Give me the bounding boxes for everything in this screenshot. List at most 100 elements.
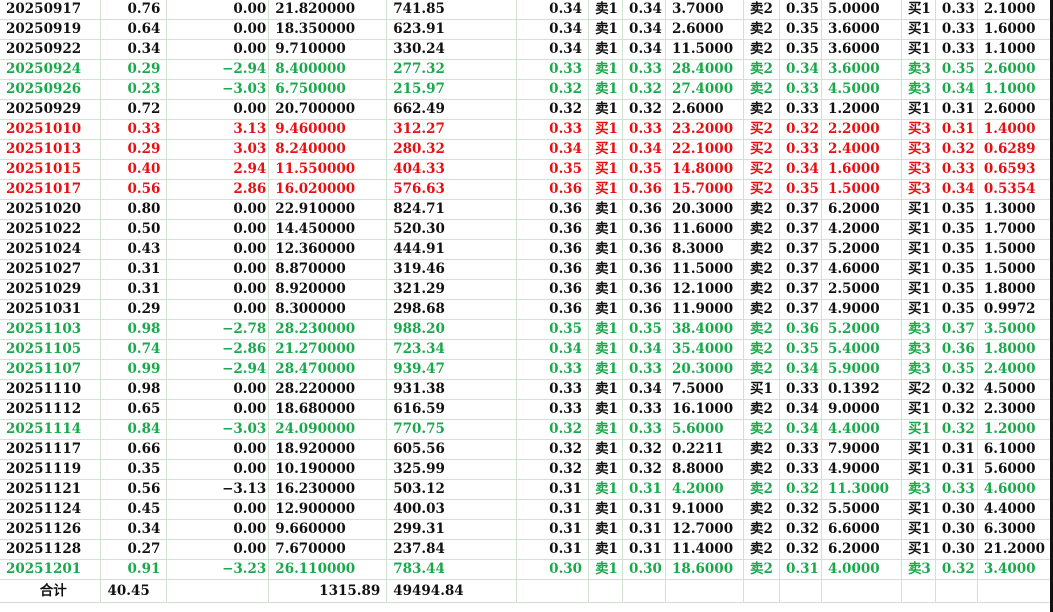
table-cell[interactable]: 0.00 (166, 499, 270, 520)
table-cell[interactable]: 0.31 (935, 439, 978, 460)
table-cell[interactable]: 1.4000 (977, 119, 1053, 140)
table-cell[interactable] (588, 579, 624, 603)
table-cell[interactable] (821, 579, 902, 603)
table-cell[interactable]: 0.35 (935, 279, 978, 300)
table-cell[interactable]: 0.34 (516, 19, 590, 40)
table-cell[interactable]: 0.66 (100, 439, 168, 460)
table-cell[interactable]: 0.64 (100, 19, 168, 40)
table-cell[interactable]: 14.8000 (665, 159, 744, 180)
table-cell[interactable]: 5.2000 (821, 239, 902, 260)
table-cell[interactable] (779, 579, 822, 603)
table-cell[interactable]: 0.35 (779, 19, 822, 40)
table-cell[interactable]: 0.37 (779, 299, 822, 320)
table-cell[interactable]: 0.32 (622, 459, 667, 480)
table-cell[interactable]: 0.34 (779, 399, 822, 420)
table-cell[interactable]: 11.3000 (821, 479, 902, 500)
table-cell[interactable]: 卖3 (901, 59, 936, 80)
table-cell[interactable]: 0.33 (935, 19, 978, 40)
table-cell[interactable]: 28.230000 (268, 319, 388, 340)
table-cell[interactable]: 卖2 (743, 479, 780, 500)
table-cell[interactable]: 27.4000 (665, 79, 744, 100)
table-cell[interactable]: 买1 (901, 299, 936, 320)
table-cell[interactable]: 买1 (901, 39, 936, 60)
table-cell[interactable]: 0.33 (935, 479, 978, 500)
table-cell[interactable]: 买1 (901, 0, 936, 20)
table-cell[interactable]: 0.34 (100, 519, 168, 540)
table-cell[interactable]: 卖1 (588, 519, 624, 540)
table-cell[interactable]: 卖2 (743, 559, 780, 580)
table-cell[interactable]: 1.2000 (821, 99, 902, 120)
table-cell[interactable]: 0.31 (935, 99, 978, 120)
table-cell[interactable]: 4.9000 (821, 299, 902, 320)
table-cell[interactable]: 11.550000 (268, 159, 388, 180)
table-cell[interactable]: 14.450000 (268, 219, 388, 240)
table-cell[interactable]: 7.670000 (268, 539, 388, 560)
table-cell[interactable]: 0.35 (935, 259, 978, 280)
table-cell[interactable]: 5.9000 (821, 359, 902, 380)
table-cell[interactable]: 0.33 (779, 139, 822, 160)
table-cell[interactable]: 卖3 (901, 79, 936, 100)
table-cell[interactable]: 卖1 (588, 359, 624, 380)
table-cell[interactable]: 0.34 (779, 159, 822, 180)
table-cell[interactable]: 买1 (901, 459, 936, 480)
table-cell[interactable]: 0.00 (166, 539, 270, 560)
table-cell[interactable]: 0.35 (935, 359, 978, 380)
table-cell[interactable]: 616.59 (386, 399, 518, 420)
table-cell[interactable]: 8.400000 (268, 59, 388, 80)
table-cell[interactable]: 买1 (901, 539, 936, 560)
table-cell[interactable]: 0.37 (779, 199, 822, 220)
table-cell[interactable]: 0.56 (100, 479, 168, 500)
table-cell[interactable]: 12.7000 (665, 519, 744, 540)
table-cell[interactable] (166, 579, 270, 603)
table-cell[interactable]: 0.31 (935, 119, 978, 140)
table-cell[interactable]: 卖2 (743, 59, 780, 80)
table-cell[interactable]: 11.5000 (665, 39, 744, 60)
table-cell[interactable]: 0.6289 (977, 139, 1053, 160)
table-cell[interactable]: 9.660000 (268, 519, 388, 540)
table-cell[interactable]: 20251121 (0, 479, 102, 500)
table-cell[interactable]: 0.6593 (977, 159, 1053, 180)
table-cell[interactable]: 9.710000 (268, 39, 388, 60)
table-cell[interactable]: 0.31 (622, 499, 667, 520)
table-cell[interactable]: 0.33 (516, 379, 590, 400)
table-cell[interactable]: 28.220000 (268, 379, 388, 400)
table-cell[interactable]: 22.910000 (268, 199, 388, 220)
table-cell[interactable]: 20251022 (0, 219, 102, 240)
table-cell[interactable]: 卖3 (901, 479, 936, 500)
table-cell[interactable]: 0.34 (622, 39, 667, 60)
table-cell[interactable]: 3.4000 (977, 559, 1053, 580)
table-cell[interactable]: 0.34 (622, 0, 667, 20)
table-cell[interactable]: 5.5000 (821, 499, 902, 520)
table-cell[interactable]: 5.2000 (821, 319, 902, 340)
table-cell[interactable]: 2.6000 (665, 19, 744, 40)
table-cell[interactable]: 0.1392 (821, 379, 902, 400)
table-cell[interactable]: 0.00 (166, 459, 270, 480)
table-cell[interactable]: 0.32 (935, 559, 978, 580)
table-cell[interactable]: 0.35 (516, 159, 590, 180)
table-cell[interactable]: 0.34 (935, 79, 978, 100)
table-cell[interactable] (622, 579, 667, 603)
table-cell[interactable]: 277.32 (386, 59, 518, 80)
table-cell[interactable]: 0.34 (516, 39, 590, 60)
table-cell[interactable]: 20251114 (0, 419, 102, 440)
table-cell[interactable]: 买1 (588, 139, 624, 160)
table-cell[interactable]: 0.65 (100, 399, 168, 420)
table-cell[interactable]: 0.31 (779, 559, 822, 580)
table-cell[interactable]: 卖2 (743, 339, 780, 360)
table-cell[interactable]: 0.36 (516, 299, 590, 320)
table-cell[interactable]: 21.820000 (268, 0, 388, 20)
table-cell[interactable]: 0.00 (166, 259, 270, 280)
table-cell[interactable] (935, 579, 978, 603)
table-cell[interactable]: 0.35 (779, 339, 822, 360)
table-cell[interactable]: 0.35 (516, 319, 590, 340)
table-cell[interactable]: 0.36 (516, 279, 590, 300)
table-cell[interactable]: 18.6000 (665, 559, 744, 580)
table-cell[interactable]: 卖1 (588, 459, 624, 480)
table-cell[interactable]: 21.2000 (977, 539, 1053, 560)
table-cell[interactable]: 11.9000 (665, 299, 744, 320)
table-cell[interactable]: 280.32 (386, 139, 518, 160)
table-cell[interactable]: 20251128 (0, 539, 102, 560)
table-cell[interactable]: 0.36 (622, 239, 667, 260)
table-cell[interactable]: 0.99 (100, 359, 168, 380)
table-cell[interactable]: 买2 (901, 379, 936, 400)
